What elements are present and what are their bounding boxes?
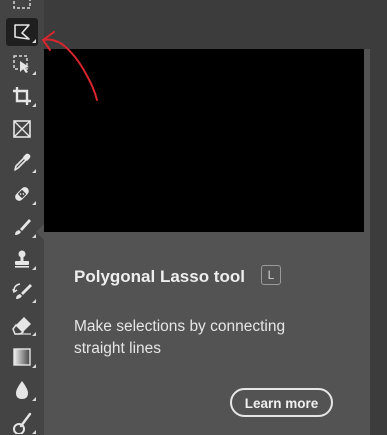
dodge-tool[interactable] bbox=[6, 409, 38, 435]
history-brush-icon bbox=[12, 283, 32, 299]
eraser-tool[interactable] bbox=[6, 311, 38, 339]
tool-group-indicator bbox=[32, 103, 36, 107]
frame-tool[interactable] bbox=[6, 115, 38, 143]
object-selection-icon bbox=[13, 55, 29, 73]
rich-tooltip: Polygonal Lasso tool L Make selections b… bbox=[44, 49, 370, 435]
marquee-rect-icon bbox=[13, 0, 31, 9]
tool-group-indicator bbox=[32, 39, 36, 43]
tool-group-indicator bbox=[32, 71, 36, 75]
polygonal-lasso-tool[interactable] bbox=[6, 18, 38, 46]
frame-icon bbox=[13, 120, 31, 138]
history-brush-tool[interactable] bbox=[6, 278, 38, 306]
tools-panel bbox=[0, 0, 44, 435]
tool-group-indicator bbox=[32, 430, 36, 434]
tool-group-indicator bbox=[32, 364, 36, 368]
eyedropper-icon bbox=[14, 153, 31, 171]
tool-group-indicator bbox=[32, 169, 36, 173]
blur-tool[interactable] bbox=[6, 376, 38, 404]
spot-healing-brush-tool[interactable] bbox=[6, 180, 38, 208]
gradient-tool[interactable] bbox=[6, 343, 38, 371]
dodge-icon bbox=[13, 412, 32, 434]
tooltip-title: Polygonal Lasso tool bbox=[74, 267, 245, 286]
photoshop-workspace: Polygonal Lasso tool L Make selections b… bbox=[0, 0, 387, 435]
drop-icon bbox=[16, 381, 28, 399]
clone-stamp-tool[interactable] bbox=[6, 245, 38, 273]
bandage-icon bbox=[15, 187, 29, 201]
tooltip-pointer bbox=[36, 224, 44, 240]
learn-more-button[interactable]: Learn more bbox=[230, 388, 333, 417]
tool-preview-video bbox=[44, 49, 364, 232]
crop-icon bbox=[13, 87, 31, 105]
tool-group-indicator bbox=[32, 299, 36, 303]
tool-group-indicator bbox=[32, 397, 36, 401]
tooltip-description: Make selections by connecting straight l… bbox=[74, 318, 286, 357]
gradient-icon bbox=[13, 348, 31, 366]
brush-tool[interactable] bbox=[6, 213, 38, 241]
shortcut-key-badge: L bbox=[261, 265, 281, 285]
brush-icon bbox=[15, 219, 31, 235]
stamp-icon bbox=[15, 250, 29, 268]
tool-group-indicator bbox=[32, 201, 36, 205]
crop-tool[interactable] bbox=[6, 82, 38, 110]
rectangular-marquee-tool[interactable] bbox=[6, 0, 38, 16]
object-selection-tool[interactable] bbox=[6, 50, 38, 78]
polygonal-lasso-icon bbox=[14, 24, 30, 40]
eyedropper-tool[interactable] bbox=[6, 148, 38, 176]
tool-group-indicator bbox=[32, 332, 36, 336]
eraser-icon bbox=[12, 317, 31, 335]
tool-group-indicator bbox=[32, 266, 36, 270]
